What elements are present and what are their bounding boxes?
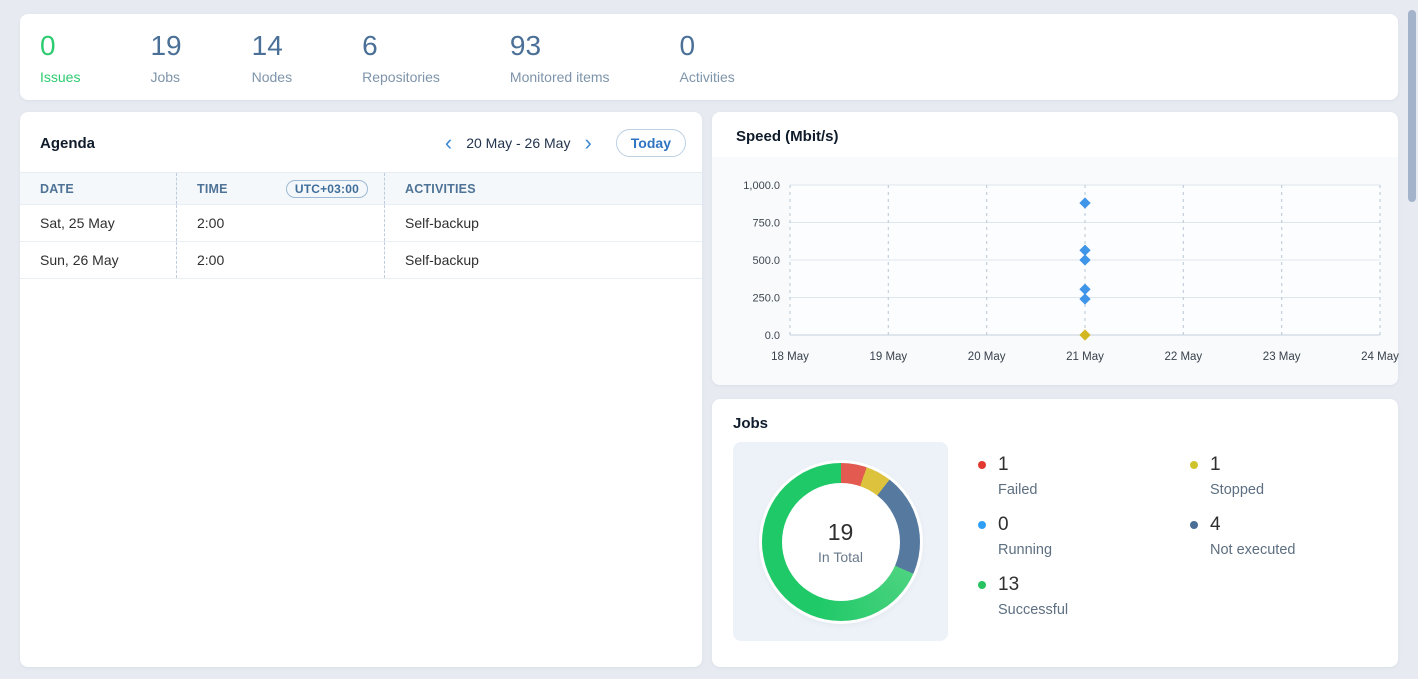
column-header-date: DATE [20,173,177,204]
stats-bar: 0 Issues 19 Jobs 14 Nodes 6 Repositories… [20,14,1398,100]
stat-repositories-label: Repositories [362,69,440,85]
stat-issues-label: Issues [40,69,80,85]
svg-text:750.0: 750.0 [752,218,780,230]
agenda-table-header: DATE TIME UTC+03:00 ACTIVITIES [20,172,702,205]
legend-running-label: Running [998,542,1190,558]
svg-text:22 May: 22 May [1164,351,1202,363]
speed-panel: Speed (Mbit/s) 1,000.0 750.0 500.0 250.0 0.0… [712,112,1398,385]
stat-repositories[interactable]: 6 Repositories [362,30,440,100]
jobs-legend: 1 Failed 1 Stopped 0 Running 4 Not execu… [978,442,1402,641]
timezone-badge: UTC+03:00 [286,180,368,198]
legend-successful-value: 13 [998,574,1190,596]
stat-nodes-value: 14 [252,30,292,62]
agenda-date-nav: ‹ 20 May - 26 May › Today [439,129,686,157]
legend-item-stopped: 1 Stopped [1190,454,1402,514]
today-button[interactable]: Today [616,129,686,157]
stat-issues-value: 0 [40,30,80,62]
legend-item-failed: 1 Failed [978,454,1190,514]
stat-issues[interactable]: 0 Issues [40,30,80,100]
stat-jobs[interactable]: 19 Jobs [150,30,181,100]
agenda-date-range: 20 May - 26 May [466,135,570,151]
jobs-body: 19 In Total 1 Failed 1 Stopped 0 Running [712,438,1398,641]
legend-item-running: 0 Running [978,514,1190,574]
agenda-table: DATE TIME UTC+03:00 ACTIVITIES Sat, 25 M… [20,172,702,279]
stat-monitored-items-label: Monitored items [510,69,610,85]
speed-chart: 1,000.0 750.0 500.0 250.0 0.0 18 May 19 May 20 … [712,157,1398,383]
jobs-panel: Jobs 19 In Total 1 Failed 1 Stopped [712,399,1398,667]
jobs-donut-center: 19 In Total [782,483,900,601]
stat-repositories-value: 6 [362,30,440,62]
stat-jobs-label: Jobs [150,69,181,85]
agenda-header: Agenda ‹ 20 May - 26 May › Today [20,112,702,172]
agenda-title: Agenda [40,135,439,152]
failed-status-dot-icon [978,461,986,469]
legend-not-executed-value: 4 [1210,514,1402,536]
legend-failed-value: 1 [998,454,1190,476]
vertical-scrollbar-thumb[interactable] [1408,10,1416,202]
svg-text:21 May: 21 May [1066,351,1104,363]
row-time: 2:00 [177,242,385,278]
svg-text:24 May: 24 May [1361,351,1399,363]
stat-activities-label: Activities [680,69,735,85]
svg-text:0.0: 0.0 [765,330,780,342]
row-date: Sat, 25 May [20,205,177,241]
column-header-time: TIME UTC+03:00 [177,173,385,204]
svg-text:19 May: 19 May [869,351,907,363]
stat-nodes[interactable]: 14 Nodes [252,30,292,100]
row-date: Sun, 26 May [20,242,177,278]
successful-status-dot-icon [978,581,986,589]
running-status-dot-icon [978,521,986,529]
legend-item-successful: 13 Successful [978,574,1190,634]
stat-activities-value: 0 [680,30,735,62]
speed-header: Speed (Mbit/s) [712,112,1398,157]
svg-text:23 May: 23 May [1263,351,1301,363]
stopped-status-dot-icon [1190,461,1198,469]
svg-text:18 May: 18 May [771,351,809,363]
stat-jobs-value: 19 [150,30,181,62]
legend-not-executed-label: Not executed [1210,542,1402,558]
svg-text:20 May: 20 May [968,351,1006,363]
legend-stopped-label: Stopped [1210,482,1402,498]
chevron-left-icon[interactable]: ‹ [439,134,458,152]
legend-failed-label: Failed [998,482,1190,498]
stat-monitored-items[interactable]: 93 Monitored items [510,30,610,100]
svg-text:250.0: 250.0 [752,293,780,305]
row-activity: Self-backup [385,242,702,278]
table-row[interactable]: Sat, 25 May 2:00 Self-backup [20,205,702,242]
column-header-time-label: TIME [197,182,228,196]
jobs-donut: 19 In Total [762,463,920,621]
agenda-panel: Agenda ‹ 20 May - 26 May › Today DATE TI… [20,112,702,667]
not-executed-status-dot-icon [1190,521,1198,529]
jobs-total-value: 19 [828,519,854,546]
jobs-title: Jobs [733,415,1374,432]
table-row[interactable]: Sun, 26 May 2:00 Self-backup [20,242,702,279]
svg-text:500.0: 500.0 [752,255,780,267]
svg-text:1,000.0: 1,000.0 [743,180,780,192]
jobs-header: Jobs [712,399,1398,438]
legend-successful-label: Successful [998,602,1190,618]
jobs-donut-card: 19 In Total [733,442,948,641]
chevron-right-icon[interactable]: › [578,134,597,152]
stat-monitored-items-value: 93 [510,30,610,62]
row-activity: Self-backup [385,205,702,241]
stat-nodes-label: Nodes [252,69,292,85]
jobs-total-label: In Total [818,549,863,565]
legend-running-value: 0 [998,514,1190,536]
speed-title: Speed (Mbit/s) [736,128,1374,145]
row-time: 2:00 [177,205,385,241]
stat-activities[interactable]: 0 Activities [680,30,735,100]
column-header-activities: ACTIVITIES [385,173,702,204]
legend-item-not-executed: 4 Not executed [1190,514,1402,574]
speed-chart-area: 1,000.0 750.0 500.0 250.0 0.0 18 May 19 May 20 … [712,157,1398,385]
legend-stopped-value: 1 [1210,454,1402,476]
